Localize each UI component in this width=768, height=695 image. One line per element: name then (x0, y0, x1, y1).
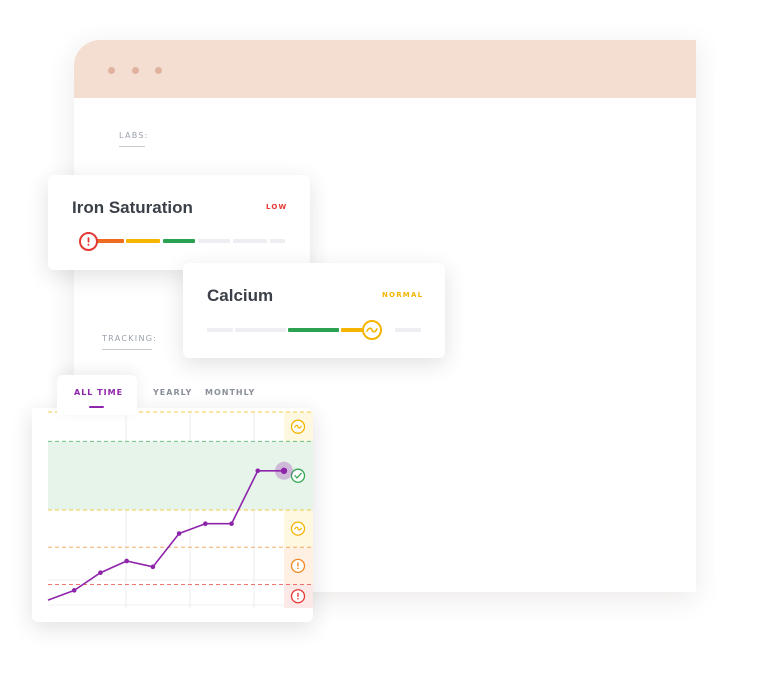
tracking-section-label: TRACKING: (102, 334, 158, 343)
normal-range-band (48, 441, 313, 510)
data-point (176, 531, 182, 536)
range-segment-high (395, 328, 421, 332)
data-point (203, 521, 208, 527)
window-dot-close[interactable] (108, 67, 115, 74)
range-segment-normal (163, 239, 195, 243)
approx-icon (290, 521, 306, 536)
data-point (150, 564, 156, 570)
data-point (280, 467, 288, 474)
data-point (124, 558, 129, 564)
alert-icon (290, 589, 306, 604)
range-segment-normal (288, 328, 339, 332)
lab-name: Calcium (207, 286, 274, 305)
alert-icon (79, 232, 98, 251)
window-dot-maximize[interactable] (155, 67, 162, 74)
approx-icon (290, 419, 306, 434)
range-segment-high-borderline (198, 239, 230, 243)
window-titlebar (74, 40, 696, 98)
data-point (71, 588, 77, 593)
range-segment-high (233, 239, 267, 243)
labs-section-rule (119, 146, 145, 147)
tracking-chart (47, 411, 313, 608)
data-point (255, 468, 261, 474)
approx-icon (362, 320, 382, 340)
range-segment-low (96, 239, 124, 243)
lab-name: Iron Saturation (72, 198, 193, 217)
lab-card-calcium[interactable]: Calcium NORMAL (183, 263, 445, 358)
tab-yearly[interactable]: YEARLY (153, 388, 192, 397)
lab-status-badge: NORMAL (382, 291, 424, 299)
range-segment-critical-high (270, 239, 285, 243)
tracking-section-rule (102, 349, 152, 350)
range-segment-critical-low (207, 328, 233, 332)
check-icon (290, 468, 306, 483)
tracking-chart-panel (32, 408, 313, 622)
alert-icon (290, 558, 306, 574)
tab-all-time[interactable]: ALL TIME (74, 388, 123, 397)
lab-status-badge: LOW (266, 203, 288, 211)
data-point (229, 521, 234, 527)
labs-section-label: LABS: (119, 131, 149, 140)
active-tab-indicator (89, 406, 104, 408)
window-dot-minimize[interactable] (132, 67, 139, 74)
range-segment-low (235, 328, 286, 332)
tab-monthly[interactable]: MONTHLY (205, 388, 255, 397)
lab-card-iron-saturation[interactable]: Iron Saturation LOW (48, 175, 310, 270)
range-segment-borderline (126, 239, 160, 243)
data-point (98, 570, 103, 576)
